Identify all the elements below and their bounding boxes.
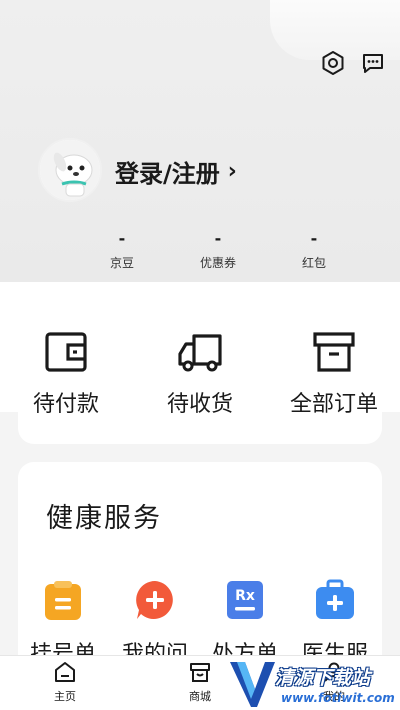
order-label: 待收货 (166, 392, 233, 417)
tab-home[interactable]: 主页 (35, 660, 95, 704)
watermark-logo-icon (230, 662, 275, 707)
health-item-prescription[interactable]: Rx 处方单 (200, 578, 290, 662)
avatar[interactable] (38, 138, 102, 202)
svg-text:Rx: Rx (235, 588, 255, 604)
chevron-right-icon: › (227, 159, 237, 184)
message-icon[interactable] (360, 50, 386, 76)
health-item-doctor-service[interactable]: 医生服 (290, 578, 380, 662)
order-pending-payment[interactable]: 待付款 (11, 328, 121, 418)
stat-red-packet[interactable]: - 红包 (274, 230, 354, 271)
login-link[interactable]: 登录/注册 › (115, 154, 237, 189)
site-watermark: 清源下载站 www.fotiwit.com (225, 657, 400, 710)
watermark-url: www.fotiwit.com (281, 691, 395, 705)
stat-value: - (214, 229, 222, 248)
stat-jingdou[interactable]: - 京豆 (82, 230, 162, 271)
clipboard-icon (41, 578, 85, 622)
truck-icon (176, 328, 224, 376)
health-item-consult[interactable]: 我的问 (110, 578, 200, 662)
medkit-icon (313, 578, 357, 622)
tab-store[interactable]: 商城 (170, 660, 230, 704)
wallet-icon (42, 328, 90, 376)
tab-label: 主页 (54, 690, 76, 703)
health-services-title: 健康服务 (46, 503, 162, 534)
watermark-title: 清源下载站 (275, 667, 371, 689)
mascot-avatar-icon (40, 140, 100, 200)
stat-value: - (310, 229, 318, 248)
order-all[interactable]: 全部订单 (279, 328, 389, 418)
stat-coupons[interactable]: - 优惠券 (178, 230, 258, 271)
stat-label: 红包 (301, 256, 326, 270)
box-icon (310, 328, 358, 376)
stat-label: 京豆 (109, 256, 134, 270)
stat-value: - (118, 229, 126, 248)
tab-label: 商城 (189, 690, 211, 703)
prescription-icon: Rx (223, 578, 267, 622)
settings-icon[interactable] (320, 50, 346, 76)
login-label: 登录/注册 (115, 160, 220, 188)
order-label: 待付款 (32, 392, 99, 417)
consult-icon (133, 578, 177, 622)
home-icon (53, 660, 77, 684)
order-label: 全部订单 (289, 392, 378, 417)
stat-label: 优惠券 (199, 256, 236, 270)
store-icon (188, 660, 212, 684)
order-pending-receipt[interactable]: 待收货 (145, 328, 255, 418)
health-item-registration[interactable]: 挂号单 (18, 578, 108, 662)
